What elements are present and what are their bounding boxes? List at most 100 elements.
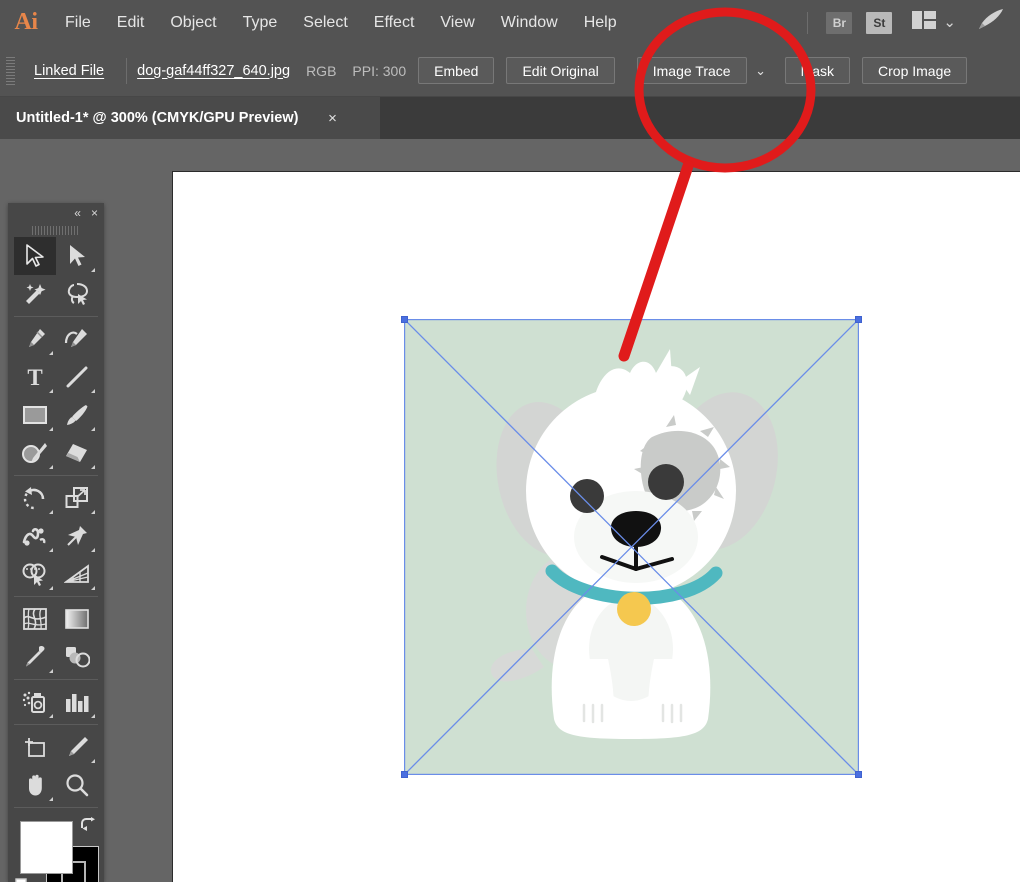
close-icon[interactable]: × [324,110,340,127]
flyout-indicator [91,389,95,393]
bridge-icon[interactable]: Br [826,12,852,34]
dog-collar-tag [617,592,651,626]
ppi-label: PPI: 300 [352,63,406,79]
mesh-icon [22,607,48,631]
tool-separator [14,596,98,597]
hand-tool[interactable] [14,766,56,804]
magic-wand-icon [23,282,47,306]
line-segment-tool[interactable] [56,358,98,396]
control-bar-grip[interactable] [6,57,15,85]
placed-image-dog[interactable] [404,319,859,775]
direct-selection-arrow-icon [66,244,88,268]
image-trace-button[interactable]: Image Trace [637,57,747,84]
tool-grid: T [8,237,104,811]
menu-type[interactable]: Type [230,10,291,36]
zoom-tool[interactable] [56,766,98,804]
selection-handle-bottom-right[interactable] [855,771,862,778]
canvas-workspace[interactable] [0,139,1020,882]
menu-select[interactable]: Select [290,10,360,36]
direct-selection-tool[interactable] [56,237,98,275]
selection-arrow-icon [24,244,46,268]
column-graph-icon [64,690,90,714]
menu-effect[interactable]: Effect [361,10,428,36]
collapse-icon[interactable]: « [74,207,81,219]
type-T-icon: T [24,365,46,389]
symbol-sprayer-tool[interactable] [14,683,56,721]
fill-swatch[interactable] [20,821,73,874]
scale-tool[interactable] [56,479,98,517]
flyout-indicator [91,548,95,552]
swap-fill-stroke-icon[interactable] [80,817,98,838]
eyedropper-tool[interactable] [14,638,56,676]
flyout-indicator [49,548,53,552]
menu-help[interactable]: Help [571,10,630,36]
eraser-tool[interactable] [56,434,98,472]
tools-panel[interactable]: « × [8,203,104,882]
menu-file[interactable]: File [52,10,104,36]
image-trace-dropdown-icon[interactable]: ⌄ [749,57,773,84]
shape-builder-tool[interactable] [14,555,56,593]
document-tab-bar: Untitled-1* @ 300% (CMYK/GPU Preview) × [0,97,1020,139]
rectangle-tool[interactable] [14,396,56,434]
mesh-tool[interactable] [14,600,56,638]
tools-panel-header: « × [8,203,104,223]
gradient-tool[interactable] [56,600,98,638]
magic-wand-tool[interactable] [14,275,56,313]
menu-object[interactable]: Object [157,10,229,36]
perspective-grid-tool[interactable] [56,555,98,593]
rotate-tool[interactable] [14,479,56,517]
selection-handle-top-right[interactable] [855,316,862,323]
selection-handle-bottom-left[interactable] [401,771,408,778]
flyout-indicator [49,669,53,673]
linked-filename[interactable]: dog-gaf44ff327_640.jpg [137,63,290,79]
selection-tool[interactable] [14,237,56,275]
shaper-pencil-tool[interactable] [14,434,56,472]
menu-view[interactable]: View [427,10,487,36]
artboard[interactable] [172,171,1020,882]
flyout-indicator [49,351,53,355]
menu-divider [807,12,808,34]
document-tab-title: Untitled-1* @ 300% (CMYK/GPU Preview) [16,110,298,126]
tools-panel-grip[interactable] [8,223,104,237]
mask-button[interactable]: Mask [785,57,850,84]
menu-edit[interactable]: Edit [104,10,158,36]
pen-tool[interactable] [14,320,56,358]
slice-tool[interactable] [56,728,98,766]
flyout-indicator [91,465,95,469]
tool-separator [14,679,98,680]
selection-handle-top-left[interactable] [401,316,408,323]
crop-image-button[interactable]: Crop Image [862,57,967,84]
scale-icon [65,486,89,510]
grip-dots [32,226,80,235]
stock-icon[interactable]: St [866,12,892,34]
document-tab[interactable]: Untitled-1* @ 300% (CMYK/GPU Preview) × [0,97,380,139]
flyout-indicator [49,427,53,431]
artboard-tool[interactable] [14,728,56,766]
column-graph-tool[interactable] [56,683,98,721]
magnifier-icon [65,773,89,797]
default-fill-stroke-icon[interactable] [14,877,34,882]
eraser-icon [64,441,90,465]
width-warp-tool[interactable] [14,517,56,555]
rocket-icon[interactable] [976,8,1006,37]
flyout-indicator [49,510,53,514]
workspace-switcher[interactable]: ⌄ [912,11,956,34]
tool-separator [14,807,98,808]
flyout-indicator [49,714,53,718]
embed-button[interactable]: Embed [418,57,494,84]
curvature-tool[interactable] [56,320,98,358]
free-transform-tool[interactable] [56,517,98,555]
type-tool[interactable]: T [14,358,56,396]
menu-window[interactable]: Window [488,10,571,36]
gradient-icon [64,608,90,630]
rotate-icon [23,486,47,510]
linked-file-status[interactable]: Linked File [22,63,116,79]
rectangle-icon [22,404,48,426]
slice-knife-icon [65,735,89,759]
blend-tool[interactable] [56,638,98,676]
close-icon[interactable]: × [91,207,98,219]
paintbrush-tool[interactable] [56,396,98,434]
line-segment-icon [65,365,89,389]
edit-original-button[interactable]: Edit Original [506,57,614,84]
lasso-tool[interactable] [56,275,98,313]
